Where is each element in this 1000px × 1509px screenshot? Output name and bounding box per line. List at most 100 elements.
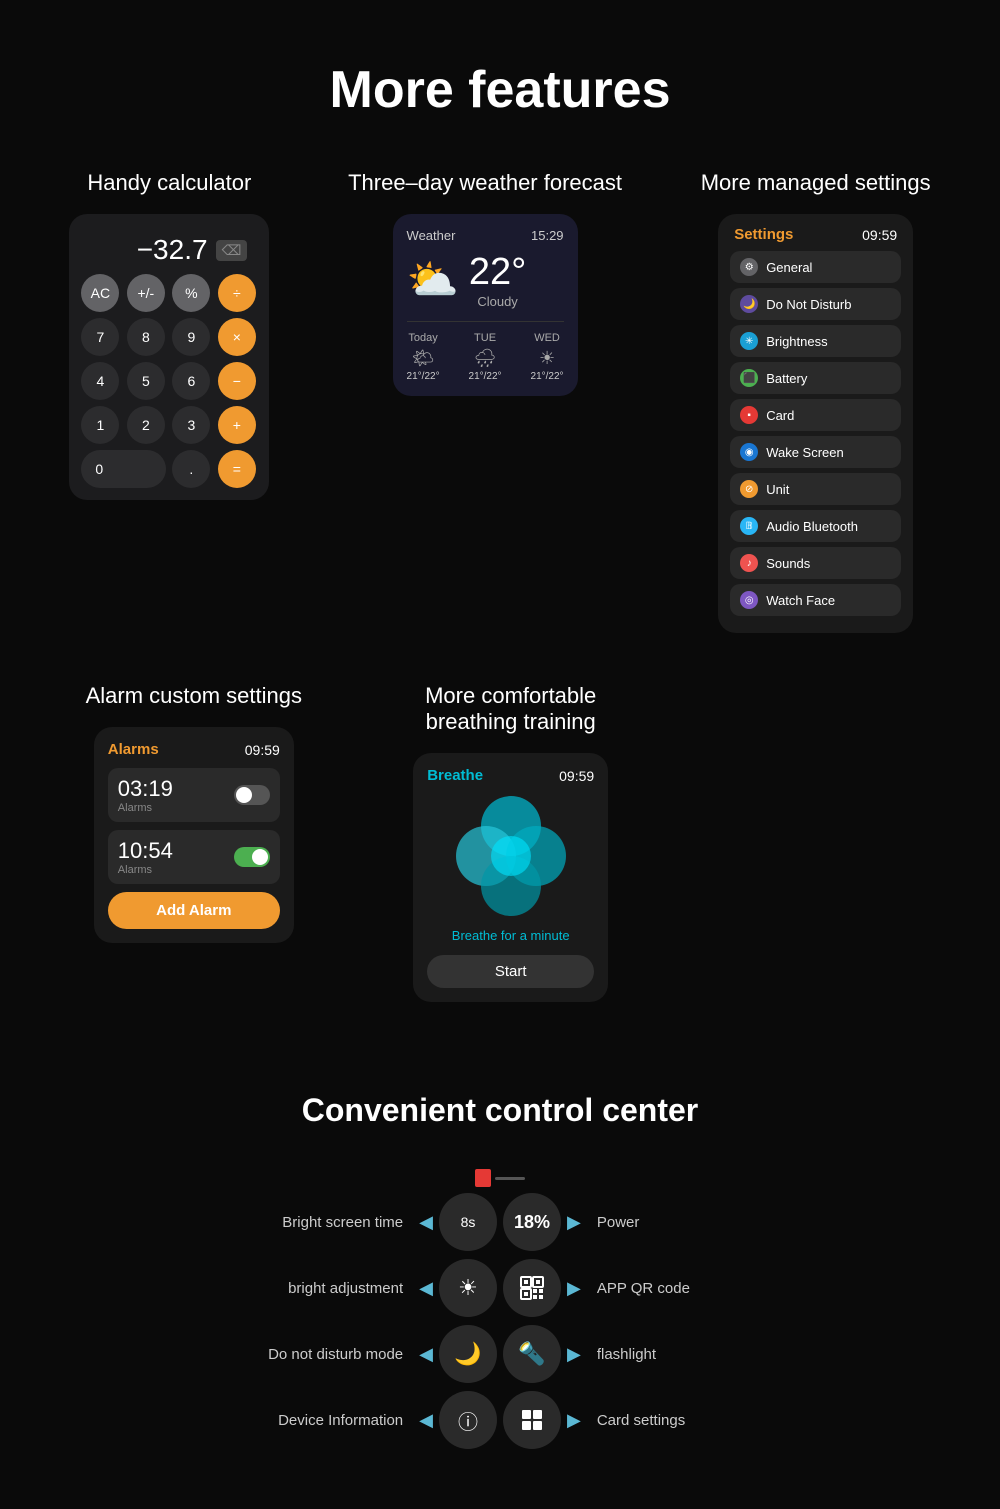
breathe-flower [446,796,576,916]
breathe-title: Breathe [427,767,483,784]
calc-btn-multiply[interactable]: × [218,318,256,356]
calculator-label: Handy calculator [87,170,251,196]
settings-item-sounds[interactable]: ♪ Sounds [730,547,901,579]
settings-time: 09:59 [862,227,897,243]
weather-forecast: Today 🌤 21°/22° TUE 🌧 21°/22° WED ☀ 21°/… [407,321,564,382]
forecast-day-1: TUE 🌧 21°/22° [469,332,502,382]
settings-label-brightness: Brightness [766,334,827,349]
weather-app-label: Weather [407,228,456,243]
breathe-widget: Breathe 09:59 Breathe for a minute Start [413,753,608,1002]
settings-icon-battery: ⬛ [740,369,758,387]
alarm-time: 09:59 [245,742,280,758]
forecast-temp-0: 21°/22° [407,371,440,382]
control-row-2: Do not disturb mode ◀ 🌙 🔦 ▶ flashlight [203,1325,797,1383]
forecast-temp-1: 21°/22° [469,371,502,382]
calc-btn-percent[interactable]: % [172,274,210,312]
calc-btn-minus[interactable]: − [218,362,256,400]
weather-temp: 22° [469,251,526,294]
settings-icon-watchface: ◎ [740,591,758,609]
calc-btn-5[interactable]: 5 [127,362,165,400]
settings-label-general: General [766,260,812,275]
settings-icon-unit: ⊘ [740,480,758,498]
forecast-label-2: WED [531,332,564,344]
alarm-item-0-info: 03:19 Alarms [118,776,173,814]
alarm-label-0: Alarms [118,802,173,814]
calc-btn-2[interactable]: 2 [127,406,165,444]
settings-item-card[interactable]: ▪ Card [730,399,901,431]
control-label-flashlight: flashlight [597,1346,797,1363]
breathe-header: Breathe 09:59 [427,767,594,784]
ctrl-btn-brightness-time[interactable]: 8s [439,1193,497,1251]
forecast-label-1: TUE [469,332,502,344]
settings-widget: Settings 09:59 ⚙ General 🌙 Do Not Distur… [718,214,913,633]
page-title: More features [0,0,1000,170]
control-pair-2: ◀ 🌙 🔦 ▶ [419,1325,581,1383]
alarm-item-0: 03:19 Alarms [108,768,280,822]
settings-item-bluetooth[interactable]: 𝔹 Audio Bluetooth [730,510,901,542]
ctrl-btn-dnd[interactable]: 🌙 [439,1325,497,1383]
ctrl-btn-bright-adj[interactable]: ☀ [439,1259,497,1317]
settings-label: More managed settings [701,170,931,196]
calc-btn-sign[interactable]: +/- [127,274,165,312]
settings-item-unit[interactable]: ⊘ Unit [730,473,901,505]
breathe-message: Breathe for a minute [427,928,594,943]
forecast-day-0: Today 🌤 21°/22° [407,332,440,382]
ctrl-btn-qr[interactable] [503,1259,561,1317]
calc-display-value: −32.7 [137,234,208,266]
control-label-bright-adj: bright adjustment [203,1280,403,1297]
calc-btn-divide[interactable]: ÷ [218,274,256,312]
calc-btn-9[interactable]: 9 [172,318,210,356]
weather-panel: Three–day weather forecast Weather 15:29… [348,170,622,396]
calc-btn-plus[interactable]: + [218,406,256,444]
settings-icon-general: ⚙ [740,258,758,276]
calc-btn-4[interactable]: 4 [81,362,119,400]
control-label-device-info: Device Information [203,1412,403,1429]
control-label-dnd: Do not disturb mode [203,1346,403,1363]
calc-btn-dot[interactable]: . [172,450,210,488]
calc-btn-1[interactable]: 1 [81,406,119,444]
alarm-toggle-0[interactable] [234,785,270,805]
petal-center [491,836,531,876]
alarm-label-1: Alarms [118,864,173,876]
calc-btn-equals[interactable]: = [218,450,256,488]
calc-btn-ac[interactable]: AC [81,274,119,312]
breathe-start-button[interactable]: Start [427,955,594,988]
calculator-display: −32.7 ⌫ [81,226,257,274]
bottom-panels: Alarm custom settings Alarms 09:59 03:19… [0,683,1000,1002]
weather-label: Three–day weather forecast [348,170,622,196]
calc-btn-7[interactable]: 7 [81,318,119,356]
weather-header: Weather 15:29 [407,228,564,243]
forecast-icon-2: ☀ [531,348,564,369]
settings-item-brightness[interactable]: ✳ Brightness [730,325,901,357]
calc-btn-0[interactable]: 0 [81,450,166,488]
settings-label-card: Card [766,408,794,423]
settings-item-wakescreen[interactable]: ◉ Wake Screen [730,436,901,468]
settings-item-watchface[interactable]: ◎ Watch Face [730,584,901,616]
settings-label-battery: Battery [766,371,807,386]
alarm-toggle-1[interactable] [234,847,270,867]
arrow-left-2: ◀ [419,1344,433,1365]
settings-icon-bluetooth: 𝔹 [740,517,758,535]
ctrl-btn-power-percent[interactable]: 18% [503,1193,561,1251]
settings-label-dnd: Do Not Disturb [766,297,851,312]
weather-widget: Weather 15:29 ⛅ 22° Cloudy Today 🌤 21°/2… [393,214,578,396]
ctrl-btn-flashlight[interactable]: 🔦 [503,1325,561,1383]
calc-btn-6[interactable]: 6 [172,362,210,400]
settings-item-general[interactable]: ⚙ General [730,251,901,283]
backspace-icon[interactable]: ⌫ [216,240,248,261]
settings-icon-wakescreen: ◉ [740,443,758,461]
alarm-time-0: 03:19 [118,776,173,802]
alarm-header: Alarms 09:59 [108,741,280,758]
add-alarm-button[interactable]: Add Alarm [108,892,280,929]
calc-btn-8[interactable]: 8 [127,318,165,356]
alarm-time-1: 10:54 [118,838,173,864]
alarm-item-1: 10:54 Alarms [108,830,280,884]
settings-item-battery[interactable]: ⬛ Battery [730,362,901,394]
arrow-right-3: ▶ [567,1410,581,1431]
control-label-bright-screen: Bright screen time [203,1214,403,1231]
breathe-panel: More comfortablebreathing training Breat… [413,683,608,1002]
settings-item-dnd[interactable]: 🌙 Do Not Disturb [730,288,901,320]
control-pair-1: ◀ ☀ [419,1259,581,1317]
calc-btn-3[interactable]: 3 [172,406,210,444]
control-pair-0: ◀ 8s 18% ▶ [419,1193,581,1251]
